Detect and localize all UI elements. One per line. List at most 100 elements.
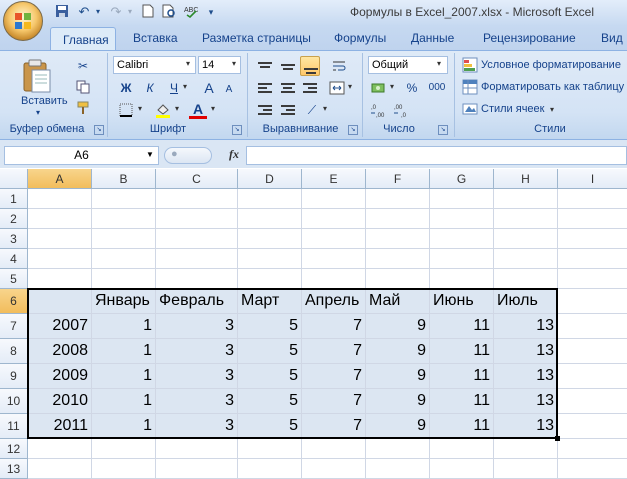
name-box[interactable]: A6 xyxy=(4,146,159,165)
name-box-dropdown-icon[interactable]: ▼ xyxy=(146,150,154,159)
row-header[interactable]: 7 xyxy=(0,314,28,339)
table-cell[interactable]: 7 xyxy=(302,339,366,364)
tab-review[interactable]: Рецензирование xyxy=(483,31,576,45)
table-header-cell[interactable]: Февраль xyxy=(156,289,238,314)
table-cell[interactable]: 5 xyxy=(238,414,302,439)
table-cell[interactable]: 5 xyxy=(238,389,302,414)
worksheet-grid[interactable]: A B C D E F G H I 1 2 3 4 5 6 7 8 9 10 11 12 13 Январь Февраль М… xyxy=(0,169,627,479)
office-button[interactable] xyxy=(3,1,43,41)
column-header[interactable]: F xyxy=(366,169,430,189)
table-header-cell[interactable]: Март xyxy=(238,289,302,314)
table-cell[interactable]: 5 xyxy=(238,364,302,389)
row-header[interactable]: 11 xyxy=(0,414,28,439)
number-format-select[interactable]: Общий xyxy=(368,56,448,74)
table-cell[interactable]: 1 xyxy=(92,389,156,414)
table-cell[interactable]: 9 xyxy=(366,414,430,439)
table-cell[interactable]: 11 xyxy=(430,389,494,414)
table-cell[interactable]: 3 xyxy=(156,364,238,389)
tab-data[interactable]: Данные xyxy=(411,31,454,45)
paste-dropdown-icon[interactable]: ▾ xyxy=(36,108,40,117)
underline-button[interactable]: Ч xyxy=(164,78,184,98)
table-cell[interactable]: 11 xyxy=(430,364,494,389)
year-cell[interactable]: 2009 xyxy=(28,364,92,389)
percent-button[interactable]: % xyxy=(402,78,422,98)
font-name-select[interactable]: Calibri xyxy=(113,56,196,74)
row-header[interactable]: 3 xyxy=(0,229,28,249)
align-top-icon[interactable] xyxy=(255,56,275,76)
print-preview-icon[interactable] xyxy=(161,4,177,20)
row-header[interactable]: 12 xyxy=(0,439,28,459)
table-header-cell[interactable]: Май xyxy=(366,289,430,314)
tab-formulas[interactable]: Формулы xyxy=(334,31,386,45)
table-cell[interactable]: 7 xyxy=(302,364,366,389)
decrease-indent-icon[interactable] xyxy=(255,100,275,120)
table-cell[interactable]: 7 xyxy=(302,314,366,339)
column-header[interactable]: B xyxy=(92,169,156,189)
tab-page-layout[interactable]: Разметка страницы xyxy=(202,31,311,45)
table-cell[interactable]: 9 xyxy=(366,389,430,414)
year-cell[interactable]: 2011 xyxy=(28,414,92,439)
column-header[interactable]: G xyxy=(430,169,494,189)
tab-view[interactable]: Вид xyxy=(601,31,623,45)
column-header[interactable]: I xyxy=(558,169,627,189)
table-header-cell[interactable]: Январь xyxy=(92,289,156,314)
fill-color-dropdown-icon[interactable]: ▾ xyxy=(175,104,179,113)
table-cell[interactable]: 1 xyxy=(92,364,156,389)
merge-center-icon[interactable] xyxy=(327,78,347,98)
font-size-dropdown-icon[interactable]: ▾ xyxy=(232,59,236,68)
table-cell[interactable]: 1 xyxy=(92,414,156,439)
merge-dropdown-icon[interactable]: ▾ xyxy=(348,82,352,91)
align-bottom-icon[interactable] xyxy=(300,56,320,76)
underline-dropdown-icon[interactable]: ▾ xyxy=(183,82,187,91)
format-painter-icon[interactable] xyxy=(73,98,93,118)
column-header[interactable]: E xyxy=(302,169,366,189)
select-all-corner[interactable] xyxy=(0,169,28,189)
table-cell[interactable]: 7 xyxy=(302,389,366,414)
font-launcher-icon[interactable]: ↘ xyxy=(232,125,242,135)
row-header[interactable]: 5 xyxy=(0,269,28,289)
spelling-icon[interactable]: ABC xyxy=(183,4,199,20)
year-cell[interactable]: 2008 xyxy=(28,339,92,364)
save-icon[interactable] xyxy=(54,4,70,20)
align-left-icon[interactable] xyxy=(255,78,275,98)
table-cell[interactable]: 5 xyxy=(238,314,302,339)
cut-icon[interactable]: ✂ xyxy=(73,56,93,76)
table-cell[interactable]: 1 xyxy=(92,314,156,339)
conditional-formatting-icon[interactable] xyxy=(462,57,478,73)
table-cell[interactable]: 7 xyxy=(302,414,366,439)
format-as-table-icon[interactable] xyxy=(462,79,478,95)
alignment-launcher-icon[interactable]: ↘ xyxy=(348,125,358,135)
borders-dropdown-icon[interactable]: ▾ xyxy=(138,104,142,113)
align-middle-icon[interactable] xyxy=(278,56,298,76)
increase-indent-icon[interactable] xyxy=(278,100,298,120)
row-header[interactable]: 6 xyxy=(0,289,28,314)
row-header[interactable]: 1 xyxy=(0,189,28,209)
bold-button[interactable]: Ж xyxy=(116,78,136,98)
tab-insert[interactable]: Вставка xyxy=(133,31,178,45)
table-cell[interactable]: 1 xyxy=(92,339,156,364)
italic-button[interactable]: К xyxy=(140,78,160,98)
table-cell[interactable]: 11 xyxy=(430,414,494,439)
currency-icon[interactable] xyxy=(369,78,389,98)
table-cell[interactable]: 9 xyxy=(366,339,430,364)
table-cell[interactable]: 9 xyxy=(366,314,430,339)
table-header-cell[interactable]: Июль xyxy=(494,289,558,314)
row-header[interactable]: 10 xyxy=(0,389,28,414)
number-launcher-icon[interactable]: ↘ xyxy=(438,125,448,135)
clipboard-launcher-icon[interactable]: ↘ xyxy=(94,125,104,135)
table-cell[interactable]: 3 xyxy=(156,414,238,439)
table-cell[interactable]: 3 xyxy=(156,339,238,364)
table-cell[interactable]: 9 xyxy=(366,364,430,389)
wrap-text-icon[interactable] xyxy=(329,56,349,76)
borders-icon[interactable] xyxy=(116,100,136,120)
conditional-formatting-button[interactable]: Условное форматирование xyxy=(481,59,621,71)
row-header[interactable]: 9 xyxy=(0,364,28,389)
row-header[interactable]: 8 xyxy=(0,339,28,364)
cell-styles-dropdown-icon[interactable]: ▾ xyxy=(550,105,554,114)
redo-dropdown-icon[interactable]: ▾ xyxy=(122,4,138,20)
format-as-table-button[interactable]: Форматировать как таблицу xyxy=(481,81,624,93)
cell-styles-button[interactable]: Стили ячеек xyxy=(481,103,544,115)
year-cell[interactable]: 2010 xyxy=(28,389,92,414)
table-cell[interactable]: 13 xyxy=(494,364,558,389)
decrease-decimal-icon[interactable]: ,00,0 xyxy=(392,100,412,120)
